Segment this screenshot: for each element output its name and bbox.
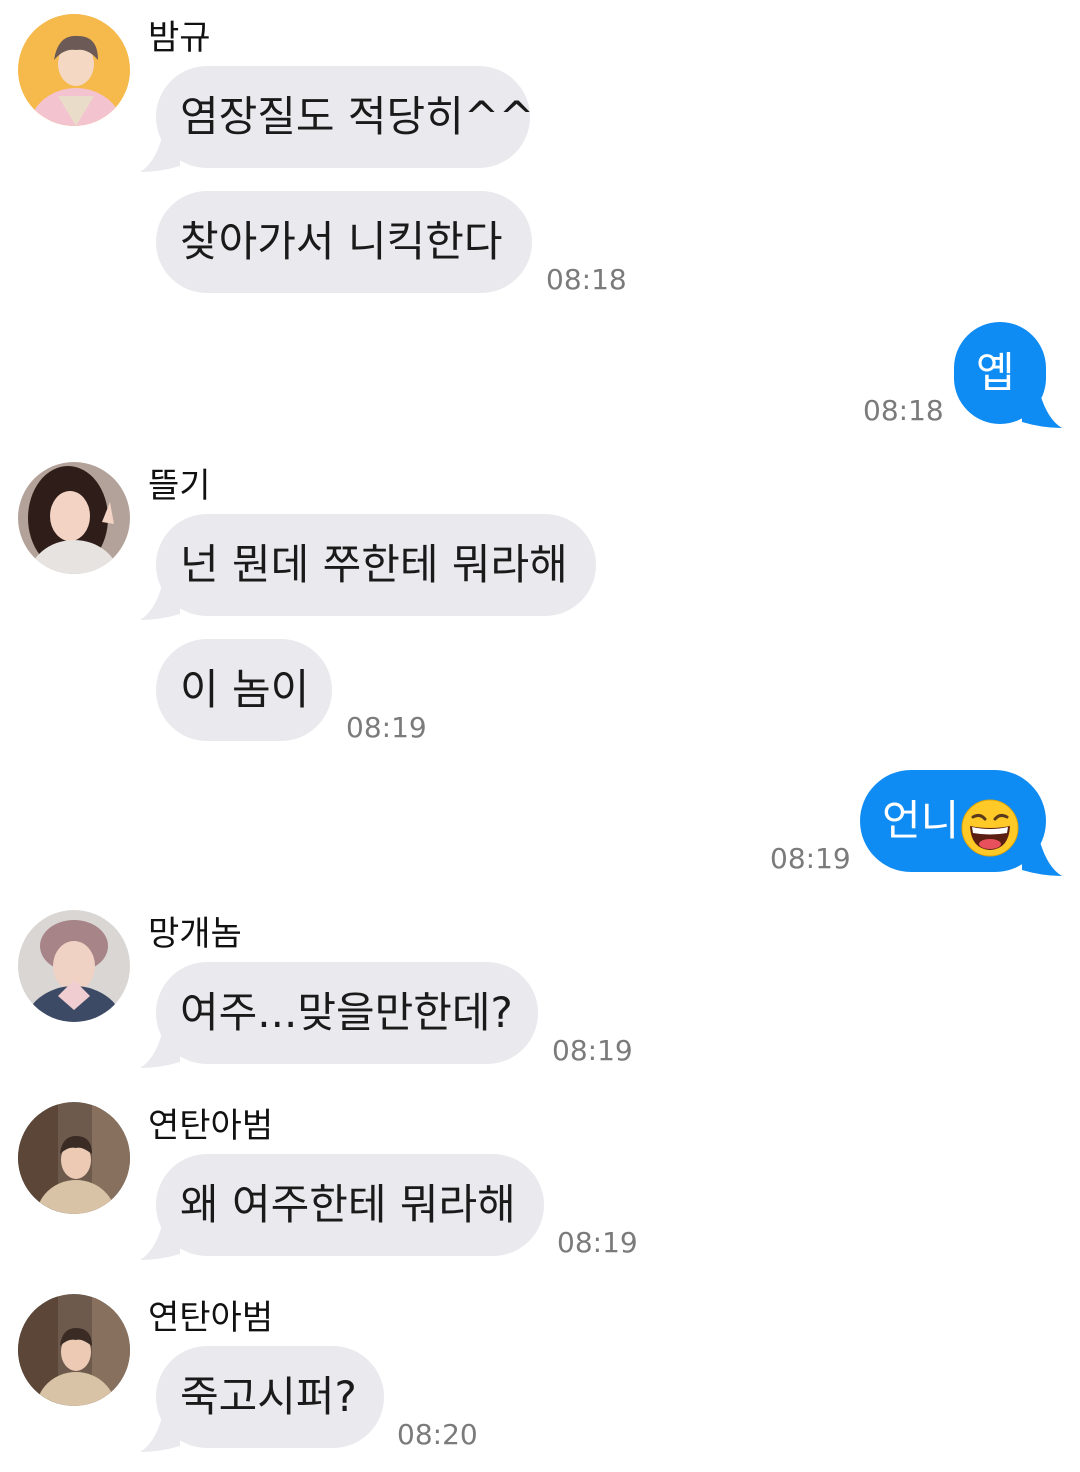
message-bubble[interactable]: 염장질도 적당히^^ [156,66,534,168]
timestamp: 08:19 [557,1226,638,1259]
message-bubble[interactable]: 이 놈이 [156,639,332,741]
message-text: 왜 여주한테 뭐라해 [180,1180,516,1229]
avatar-yeontanabeom[interactable] [18,1102,130,1214]
sender-name: 연탄아범 [148,1298,274,1338]
sender-name: 망개놈 [148,914,242,954]
timestamp: 08:18 [546,263,627,296]
message-bubble[interactable]: 찾아가서 니킥한다 [156,191,532,293]
message-bubble-outgoing[interactable]: 옙 [954,322,1046,424]
message-bubble[interactable]: 여주...맞을만한데? [156,962,538,1064]
message-bubble[interactable]: 죽고시퍼? [156,1346,384,1448]
timestamp: 08:20 [397,1418,478,1451]
message-bubble-outgoing[interactable]: 언니 [860,770,1046,872]
sender-name: 밤규 [148,18,211,58]
timestamp: 08:19 [552,1034,633,1067]
message-text: 염장질도 적당히^^ [180,92,535,141]
avatar-yeontanabeom[interactable] [18,1294,130,1406]
message-bubble[interactable]: 왜 여주한테 뭐라해 [156,1154,544,1256]
message-text: 넌 뭔데 쭈한테 뭐라해 [180,540,568,589]
avatar-ddeulgi[interactable] [18,462,130,574]
message-text: 언니 [882,796,960,845]
message-text: 찾아가서 니킥한다 [180,217,503,266]
message-text: 이 놈이 [180,665,310,714]
avatar-beomgyu[interactable] [18,14,130,126]
sender-name: 연탄아범 [148,1106,274,1146]
message-text: 여주...맞을만한데? [180,988,513,1037]
timestamp: 08:18 [863,394,944,427]
message-text: 죽고시퍼? [180,1372,357,1421]
avatar-manggaenom[interactable] [18,910,130,1022]
timestamp: 08:19 [346,711,427,744]
message-bubble[interactable]: 넌 뭔데 쭈한테 뭐라해 [156,514,596,616]
sender-name: 뜰기 [148,466,211,506]
timestamp: 08:19 [770,842,851,875]
message-text: 옙 [976,348,1015,397]
grinning-squinting-face-icon [961,792,1019,856]
